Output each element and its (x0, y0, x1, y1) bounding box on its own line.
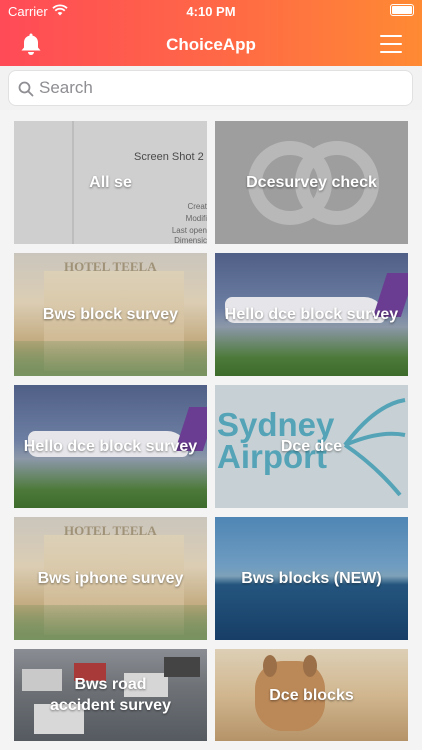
survey-tile[interactable]: Hello dce block survey (14, 385, 207, 508)
survey-tile[interactable]: Screen Shot 2 Creat Modifi Last open Dim… (14, 121, 207, 244)
tile-label: Dce dce (280, 438, 343, 455)
battery-icon (390, 4, 414, 16)
tile-label: Bws iphone survey (37, 570, 184, 587)
survey-tile[interactable]: Hello dce block survey (215, 253, 408, 376)
survey-tile[interactable]: Bws road accident survey (14, 649, 207, 741)
tile-label: Hello dce block survey (224, 306, 399, 323)
survey-tile[interactable]: HOTEL TEELA Bws iphone survey (14, 517, 207, 640)
clock: 4:10 PM (186, 4, 236, 19)
tile-label: Bws block survey (42, 306, 179, 323)
tile-label: All se (89, 174, 132, 191)
tile-label: Hello dce block survey (23, 438, 198, 455)
survey-tile[interactable]: Dcesurvey check (215, 121, 408, 244)
survey-tile[interactable]: Bws blocks (NEW) (215, 517, 408, 640)
nav-bar: ChoiceApp (0, 22, 422, 66)
survey-tile[interactable]: Sydney Airport Dce dce (215, 385, 408, 508)
app-title: ChoiceApp (166, 35, 256, 54)
search-icon (18, 81, 34, 97)
tile-label: Bws blocks (NEW) (241, 570, 382, 587)
survey-grid: Screen Shot 2 Creat Modifi Last open Dim… (0, 110, 422, 750)
search-field[interactable] (8, 70, 413, 106)
menu-icon[interactable] (380, 35, 402, 53)
tile-label: Dce blocks (269, 686, 354, 704)
tile-label: Bws road accident survey (50, 676, 171, 714)
tile-label: Dcesurvey check (246, 174, 377, 191)
status-bar: Carrier 4:10 PM (0, 0, 422, 22)
header: Carrier 4:10 PM ChoiceApp (0, 0, 422, 66)
search-bar (0, 66, 422, 110)
search-input[interactable] (39, 71, 399, 105)
survey-tile[interactable]: Dce blocks (215, 649, 408, 741)
survey-tile[interactable]: HOTEL TEELA Bws block survey (14, 253, 207, 376)
